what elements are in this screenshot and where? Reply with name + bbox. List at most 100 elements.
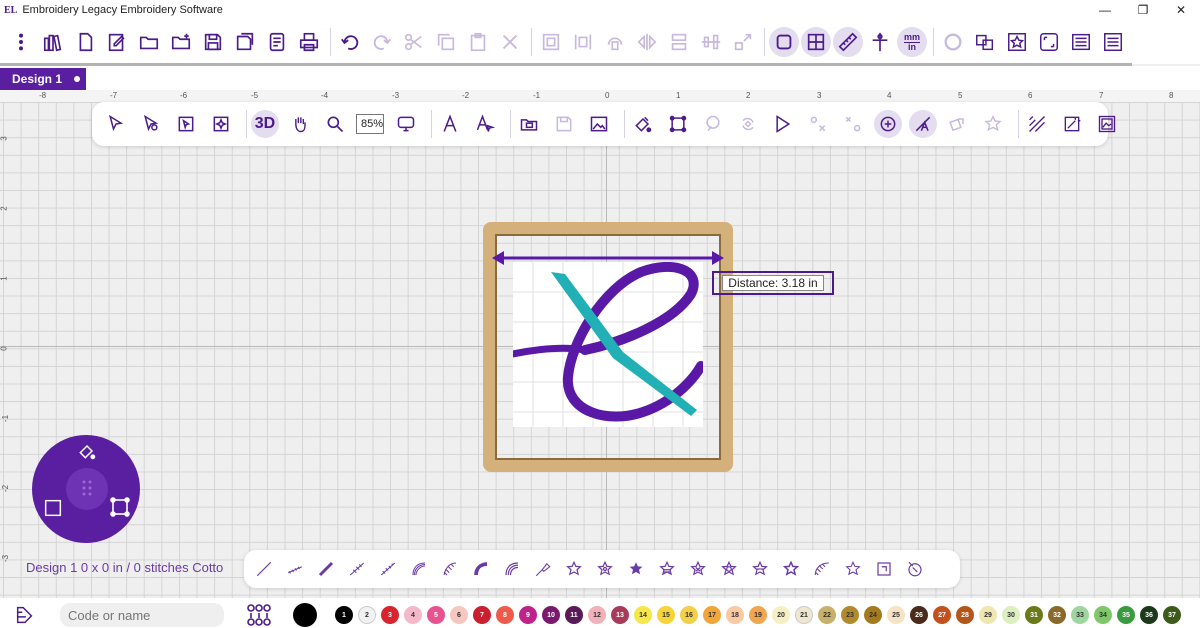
hoop-icon[interactable] — [769, 27, 799, 57]
thread-palette-icon[interactable] — [14, 604, 36, 626]
wheel-handle-icon[interactable] — [66, 468, 108, 510]
undo-icon[interactable] — [335, 27, 365, 57]
copy-icon[interactable] — [431, 27, 461, 57]
thread-swatch[interactable]: 25 — [887, 606, 905, 624]
bean-stitch-icon[interactable] — [345, 557, 369, 581]
star-filled-icon[interactable] — [624, 557, 648, 581]
wave-fill-icon[interactable] — [810, 557, 834, 581]
edit-file-icon[interactable] — [102, 27, 132, 57]
thread-swatch[interactable]: 27 — [933, 606, 951, 624]
close-button[interactable]: ✕ — [1162, 0, 1200, 20]
current-thread-color[interactable] — [293, 603, 317, 627]
save-icon[interactable] — [198, 27, 228, 57]
thread-swatch[interactable]: 35 — [1117, 606, 1135, 624]
star-gradient-icon[interactable] — [655, 557, 679, 581]
zoom-icon[interactable] — [321, 110, 349, 138]
more-options-icon[interactable] — [6, 27, 36, 57]
thread-swatch[interactable]: 2 — [358, 606, 376, 624]
thread-swatch[interactable]: 32 — [1048, 606, 1066, 624]
star-plain-icon[interactable] — [841, 557, 865, 581]
text-on-path-icon[interactable] — [909, 110, 938, 138]
text-icon[interactable] — [436, 110, 464, 138]
running-stitch-icon[interactable] — [252, 557, 276, 581]
distribute-icon[interactable] — [696, 27, 726, 57]
thread-swatch[interactable]: 26 — [910, 606, 928, 624]
import-image-icon[interactable] — [585, 110, 613, 138]
thread-swatch[interactable]: 9 — [519, 606, 537, 624]
star-pattern-icon[interactable] — [593, 557, 617, 581]
thread-swatch[interactable]: 11 — [565, 606, 583, 624]
properties-icon[interactable] — [1098, 27, 1128, 57]
ruler-icon[interactable] — [833, 27, 863, 57]
library-icon[interactable] — [38, 27, 68, 57]
thread-swatch[interactable]: 28 — [956, 606, 974, 624]
thread-swatch[interactable]: 36 — [1140, 606, 1158, 624]
triple-stitch-icon[interactable] — [283, 557, 307, 581]
photo-stitch-icon[interactable] — [1093, 110, 1121, 138]
minimize-button[interactable]: — — [1086, 0, 1124, 20]
text-edit-icon[interactable] — [471, 110, 499, 138]
print-icon[interactable] — [294, 27, 324, 57]
reshape-nodes-icon[interactable] — [664, 110, 692, 138]
thread-swatch[interactable]: 17 — [703, 606, 721, 624]
select-arrow-icon[interactable] — [102, 110, 130, 138]
vector-arrow-icon[interactable] — [769, 110, 797, 138]
thread-swatch[interactable]: 33 — [1071, 606, 1089, 624]
zoom-input[interactable]: 85% — [356, 114, 385, 134]
thread-grid-icon[interactable] — [246, 603, 272, 627]
star-cross-icon[interactable] — [686, 557, 710, 581]
layers-icon[interactable] — [970, 27, 1000, 57]
tab-design-1[interactable]: Design 1 — [0, 68, 86, 90]
thread-swatch[interactable]: 22 — [818, 606, 836, 624]
embroidery-design[interactable] — [509, 261, 706, 427]
thread-swatch[interactable]: 7 — [473, 606, 491, 624]
delete-icon[interactable] — [495, 27, 525, 57]
circle-cut-icon[interactable] — [903, 557, 927, 581]
link-icon[interactable] — [728, 27, 758, 57]
save-design-icon[interactable] — [550, 110, 578, 138]
fit-screen-icon[interactable] — [1034, 27, 1064, 57]
grid-icon[interactable] — [801, 27, 831, 57]
thread-swatch[interactable]: 13 — [611, 606, 629, 624]
node-remove-icon[interactable] — [804, 110, 832, 138]
monitor-icon[interactable] — [392, 110, 420, 138]
background-icon[interactable] — [938, 27, 968, 57]
group-icon[interactable] — [536, 27, 566, 57]
fill-stitch-icon[interactable] — [469, 557, 493, 581]
thread-swatch[interactable]: 19 — [749, 606, 767, 624]
column-stitch-icon[interactable] — [438, 557, 462, 581]
applique-icon[interactable] — [1002, 27, 1032, 57]
fill-tool-icon[interactable] — [629, 110, 657, 138]
thread-swatch[interactable]: 4 — [404, 606, 422, 624]
stitch-color-icon[interactable] — [699, 110, 727, 138]
thread-swatch[interactable]: 6 — [450, 606, 468, 624]
reshape-tool-icon[interactable] — [108, 495, 132, 519]
thread-swatch[interactable]: 5 — [427, 606, 445, 624]
thread-swatch[interactable]: 10 — [542, 606, 560, 624]
star-outline-icon[interactable] — [562, 557, 586, 581]
motif-stitch-icon[interactable] — [407, 557, 431, 581]
magic-wand-icon[interactable] — [1058, 110, 1086, 138]
star-swirl-icon[interactable] — [717, 557, 741, 581]
thread-swatch[interactable]: 15 — [657, 606, 675, 624]
star-bold-icon[interactable] — [779, 557, 803, 581]
thread-swatch[interactable]: 34 — [1094, 606, 1112, 624]
mirror-icon[interactable] — [632, 27, 662, 57]
thread-swatch[interactable]: 31 — [1025, 606, 1043, 624]
fill-tool-icon[interactable] — [76, 441, 98, 461]
open-folder-icon[interactable] — [134, 27, 164, 57]
needle-position-icon[interactable] — [865, 27, 895, 57]
units-toggle[interactable]: mm in — [897, 27, 927, 57]
star-effects-icon[interactable] — [979, 110, 1007, 138]
new-folder-icon[interactable] — [166, 27, 196, 57]
applique-tool-icon[interactable] — [944, 110, 972, 138]
notes-icon[interactable] — [262, 27, 292, 57]
save-as-icon[interactable] — [230, 27, 260, 57]
thread-swatch[interactable]: 29 — [979, 606, 997, 624]
thread-swatch[interactable]: 8 — [496, 606, 514, 624]
magic-select-icon[interactable] — [207, 110, 235, 138]
thread-list-icon[interactable] — [1066, 27, 1096, 57]
thread-swatch[interactable]: 18 — [726, 606, 744, 624]
open-design-icon[interactable] — [515, 110, 543, 138]
thread-swatch[interactable]: 23 — [841, 606, 859, 624]
